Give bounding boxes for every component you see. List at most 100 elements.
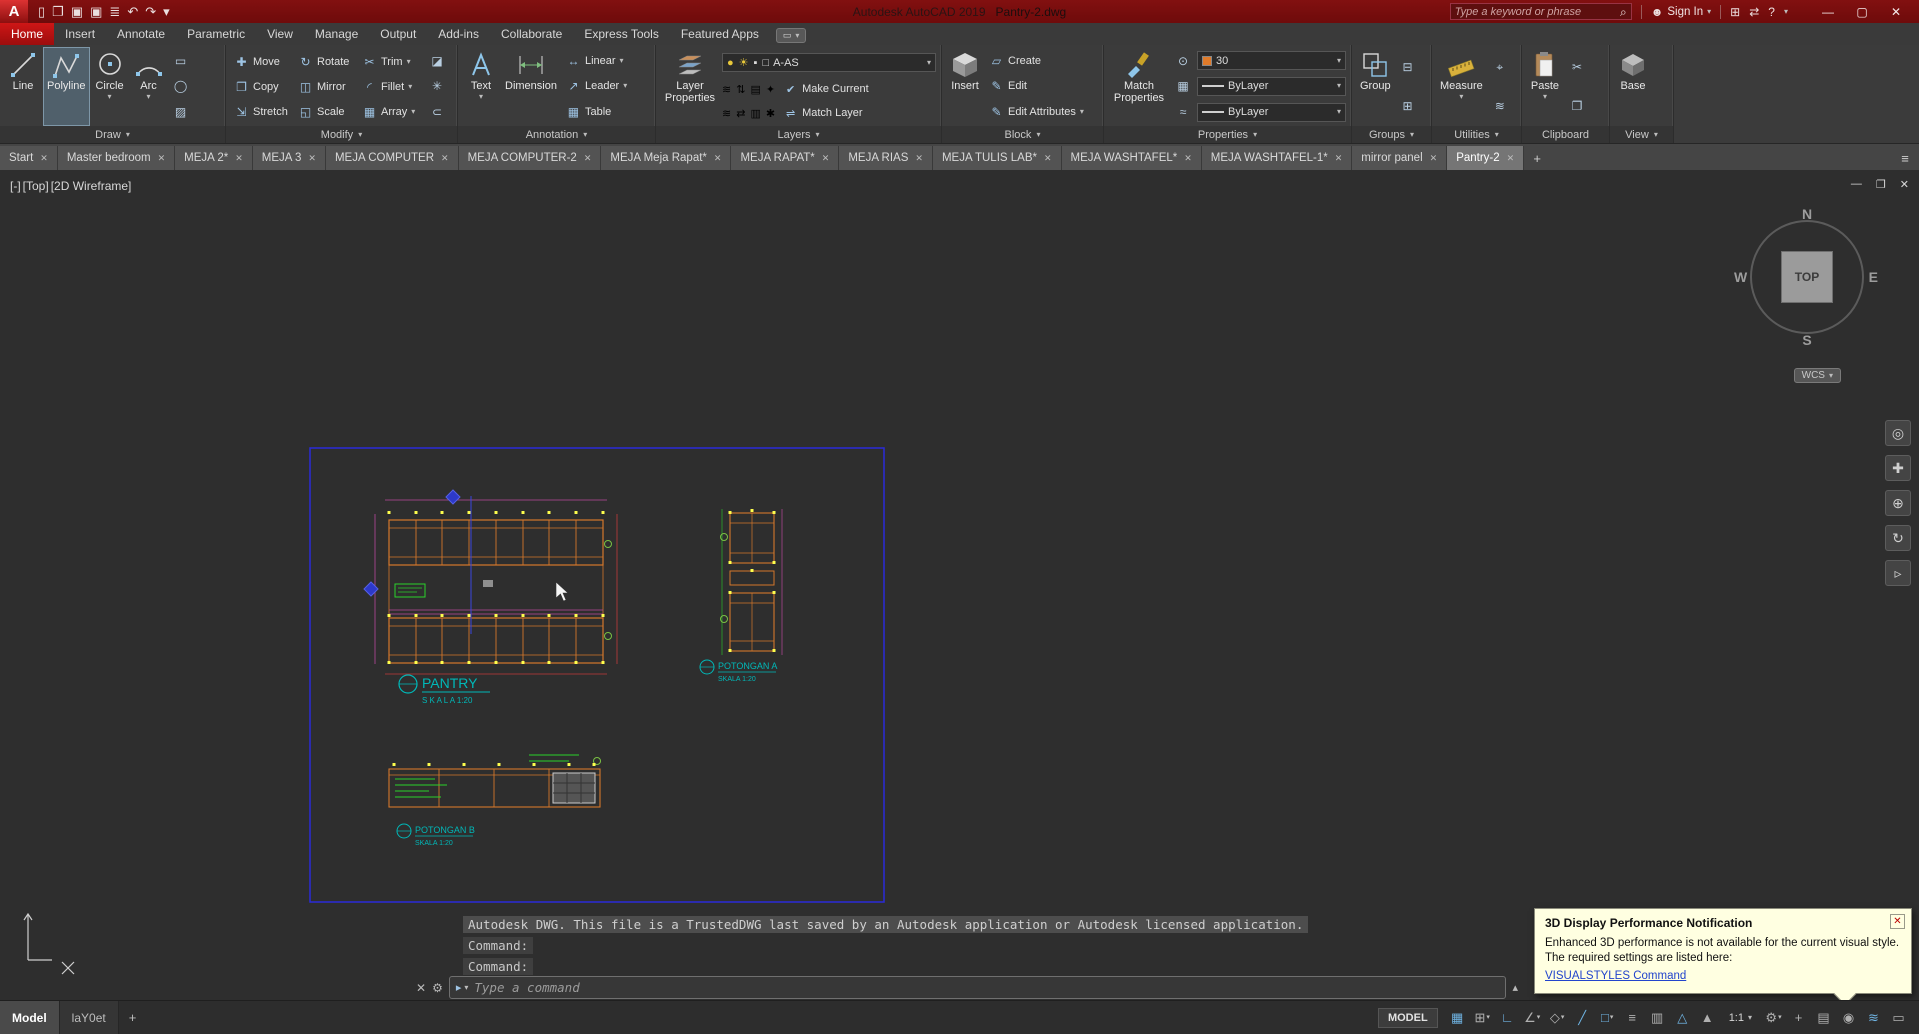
file-tab-meja-computer[interactable]: MEJA COMPUTER ✕ xyxy=(325,146,459,170)
file-tab-meja-meja-rapat[interactable]: MEJA Meja Rapat* ✕ xyxy=(601,146,732,170)
group-button[interactable]: Group xyxy=(1357,48,1394,125)
base-button[interactable]: Base xyxy=(1615,48,1651,125)
tool-edit-attributes[interactable]: ✎ Edit Attributes ▾ xyxy=(986,105,1087,119)
file-tab-meja-computer-2[interactable]: MEJA COMPUTER-2 ✕ xyxy=(458,146,602,170)
search-input[interactable] xyxy=(1454,5,1620,18)
lineweight-dropdown[interactable]: ByLayer ▾ xyxy=(1197,102,1346,122)
tool-fillet[interactable]: ◜ Fillet ▾ xyxy=(359,74,423,99)
ribbon-tab-featured-apps[interactable]: Featured Apps xyxy=(670,23,770,45)
command-input[interactable] xyxy=(474,980,1500,995)
model-tab[interactable]: Model xyxy=(0,1001,60,1034)
sign-in-button[interactable]: ☻ Sign In ▾ xyxy=(1651,6,1711,18)
tab-close-icon[interactable]: ✕ xyxy=(822,153,830,164)
tool-move[interactable]: ✚ Move xyxy=(231,49,295,74)
help-chevron-icon[interactable]: ▾ xyxy=(1784,7,1788,16)
app-store-cart-icon[interactable]: ⊞ xyxy=(1730,6,1740,18)
recent-commands-icon[interactable]: ▴ xyxy=(1512,981,1518,994)
new-layout-button[interactable]: + xyxy=(119,1010,147,1025)
drawing-area[interactable]: [-] [Top] [2D Wireframe] — ❐ ✕ N S W E T… xyxy=(0,170,1919,1000)
tab-close-icon[interactable]: ✕ xyxy=(915,153,923,164)
layer-state-icon[interactable]: ⇅ xyxy=(736,83,745,96)
ribbon-tab-parametric[interactable]: Parametric xyxy=(176,23,256,45)
new-drawing-tab-button[interactable]: + xyxy=(1524,146,1550,170)
command-customize-icon[interactable]: ⚙ xyxy=(432,981,443,995)
tool-mirror[interactable]: ◫ Mirror xyxy=(295,74,359,99)
model-space-button[interactable]: MODEL xyxy=(1377,1007,1438,1028)
tool-create-block[interactable]: ▱ Create xyxy=(986,54,1087,68)
tab-close-icon[interactable]: ✕ xyxy=(308,153,316,164)
tab-close-icon[interactable]: ✕ xyxy=(714,153,722,164)
color-dropdown[interactable]: ByLayer ▾ xyxy=(1197,76,1346,96)
plot-icon[interactable]: ≣ xyxy=(109,5,120,18)
file-tab-pantry-2[interactable]: Pantry-2 ✕ xyxy=(1447,146,1525,170)
save-icon[interactable]: ▣ xyxy=(71,5,83,18)
arc-button[interactable]: Arc ▾ xyxy=(131,48,167,125)
match-properties-button[interactable]: Match Properties xyxy=(1109,48,1169,125)
command-close-icon[interactable]: ✕ xyxy=(416,981,426,995)
tab-close-icon[interactable]: ✕ xyxy=(1507,153,1515,164)
file-tab-meja-3[interactable]: MEJA 3 ✕ xyxy=(252,146,326,170)
ribbon-tab-output[interactable]: Output xyxy=(369,23,427,45)
isodraft-icon[interactable]: ◇ ▾ xyxy=(1545,1006,1570,1030)
hatch-tool-icon[interactable]: ▨ xyxy=(175,105,186,119)
undo-icon[interactable]: ↶ xyxy=(127,5,138,18)
qat-customize-icon[interactable]: ▾ xyxy=(163,5,170,18)
layer-state-icon[interactable]: □ xyxy=(762,57,769,69)
polar-tracking-icon[interactable]: ∠ ▾ xyxy=(1520,1006,1545,1030)
quick-properties-icon[interactable]: ▤ xyxy=(1811,1006,1836,1030)
erase-tool-icon[interactable]: ◪ xyxy=(431,54,442,68)
groups-tool-icon[interactable]: ⊟ xyxy=(1403,60,1413,74)
tool-array[interactable]: ▦ Array ▾ xyxy=(359,99,423,124)
open-file-icon[interactable]: ❐ xyxy=(52,5,64,18)
view-panel-title[interactable]: View ▾ xyxy=(1610,126,1673,143)
tool-scale[interactable]: ◱ Scale xyxy=(295,99,359,124)
utilities-tool-icon[interactable]: ≋ xyxy=(1495,99,1505,113)
explode-tool-icon[interactable]: ✳ xyxy=(432,79,442,93)
modify-panel-title[interactable]: Modify ▾ xyxy=(226,126,457,143)
clipboard-tool-icon[interactable]: ✂ xyxy=(1572,60,1582,74)
dimension-button[interactable]: Dimension xyxy=(502,48,560,125)
tool-edit-block[interactable]: ✎ Edit xyxy=(986,79,1087,93)
ribbon-tab-annotate[interactable]: Annotate xyxy=(106,23,176,45)
exchange-apps-icon[interactable]: ⇄ xyxy=(1749,6,1759,18)
paste-button[interactable]: Paste ▾ xyxy=(1527,48,1563,125)
tab-close-icon[interactable]: ✕ xyxy=(1335,153,1343,164)
command-input-field[interactable]: ▸ ▾ xyxy=(448,976,1507,999)
minimize-button[interactable]: — xyxy=(1811,5,1845,19)
application-menu-button[interactable]: A xyxy=(0,0,28,23)
chevron-down-icon[interactable]: ▾ xyxy=(108,92,112,101)
chevron-down-icon[interactable]: ▾ xyxy=(1459,92,1463,101)
properties-tool-icon[interactable]: ⊙ xyxy=(1178,54,1188,68)
utilities-tool-icon[interactable]: ⌖ xyxy=(1496,60,1503,75)
file-tab-meja-rapat[interactable]: MEJA RAPAT* ✕ xyxy=(731,146,840,170)
object-snap-tracking-icon[interactable]: ╱ xyxy=(1570,1006,1595,1030)
match-layer-button[interactable]: ⇌ Match Layer xyxy=(780,107,866,120)
clipboard-tool-icon[interactable]: ❐ xyxy=(1572,99,1583,113)
tool-rotate[interactable]: ↻ Rotate xyxy=(295,49,359,74)
layer-state-icon[interactable]: ≋ xyxy=(722,107,731,120)
utilities-panel-title[interactable]: Utilities ▾ xyxy=(1432,126,1521,143)
text-button[interactable]: Text ▾ xyxy=(463,48,499,125)
ribbon-tab-view[interactable]: View xyxy=(256,23,304,45)
autoscale-icon[interactable]: ▲ xyxy=(1695,1006,1720,1030)
tab-close-icon[interactable]: ✕ xyxy=(235,153,243,164)
layer-state-icon[interactable]: ● xyxy=(727,57,734,69)
tool-stretch[interactable]: ⇲ Stretch xyxy=(231,99,295,124)
grid-display-icon[interactable]: ▦ xyxy=(1445,1006,1470,1030)
file-tab-start[interactable]: Start ✕ xyxy=(0,146,58,170)
annotation-panel-title[interactable]: Annotation ▾ xyxy=(458,126,655,143)
rectangle-tool-icon[interactable]: ▭ xyxy=(175,54,186,68)
annotation-visibility-icon[interactable]: △ xyxy=(1670,1006,1695,1030)
measure-button[interactable]: Measure ▾ xyxy=(1437,48,1486,125)
help-icon[interactable]: ? xyxy=(1768,6,1775,18)
properties-panel-title[interactable]: Properties ▾ xyxy=(1104,126,1351,143)
infocenter-search[interactable]: ⌕ xyxy=(1449,3,1632,20)
layer-state-icon[interactable]: ▪ xyxy=(754,57,758,69)
ribbon-tab-home[interactable]: Home xyxy=(0,23,55,45)
tab-close-icon[interactable]: ✕ xyxy=(584,153,592,164)
tab-close-icon[interactable]: ✕ xyxy=(40,153,48,164)
draw-panel-title[interactable]: Draw ▾ xyxy=(0,126,225,143)
isolate-objects-icon[interactable]: ◉ xyxy=(1836,1006,1861,1030)
polyline-button[interactable]: Polyline xyxy=(43,47,90,126)
ortho-mode-icon[interactable]: ∟ xyxy=(1495,1006,1520,1030)
